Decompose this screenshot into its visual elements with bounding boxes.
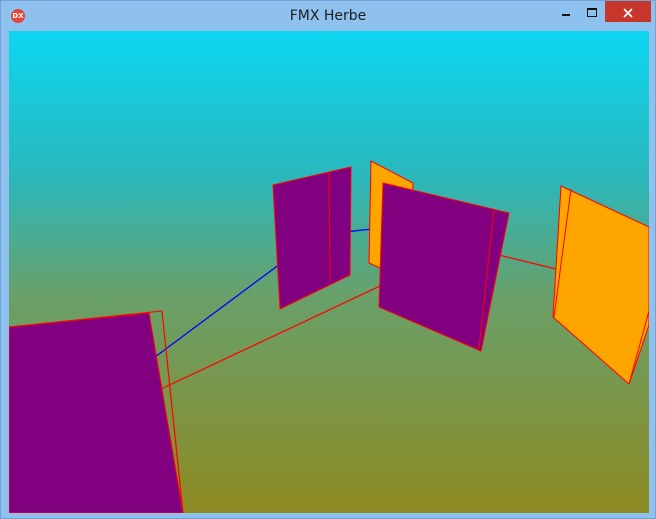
purple-panel-foreground [9,312,184,513]
close-icon [623,7,633,18]
title-bar[interactable]: DX FMX Herbe [1,1,655,31]
blue-link-line [154,226,390,358]
maximize-button[interactable] [579,1,605,22]
app-window: DX FMX Herbe [0,0,656,519]
maximize-icon [587,8,597,17]
purple-panel-center [378,182,510,352]
purple-panel-middle-left [272,166,352,310]
minimize-button[interactable] [552,1,579,22]
scene-graphics [9,160,649,513]
close-button[interactable] [605,1,651,22]
minimize-icon [561,13,570,16]
viewport-3d[interactable] [9,31,649,513]
